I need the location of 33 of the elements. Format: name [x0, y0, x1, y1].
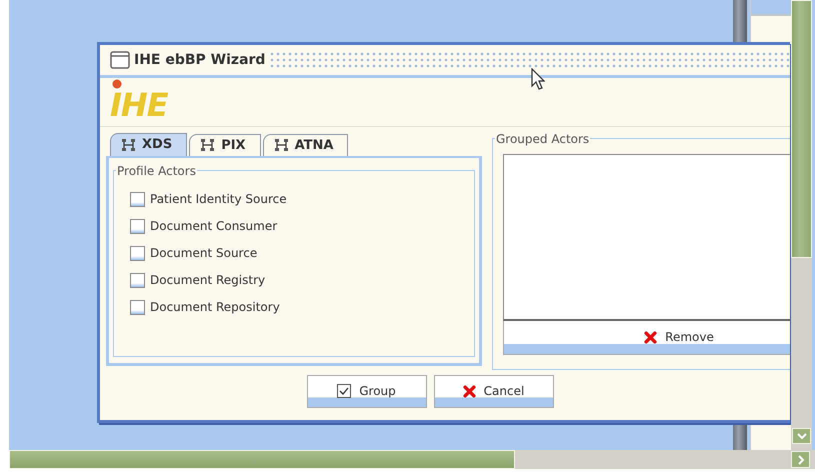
- group-title: Profile Actors: [116, 164, 197, 178]
- checkbox[interactable]: [130, 192, 145, 207]
- cursor-icon: [531, 68, 545, 90]
- window-title: IHE ebBP Wizard: [134, 52, 266, 68]
- checkbox[interactable]: [130, 218, 145, 234]
- tab[interactable]: XDS: [110, 132, 188, 156]
- grouped-actors-list[interactable]: [503, 154, 790, 321]
- horizontal-scrollbar[interactable]: [9, 450, 815, 469]
- checkbox-label: Document Repository: [150, 300, 280, 314]
- tab[interactable]: PIX: [189, 134, 261, 156]
- window-icon: [110, 50, 130, 69]
- group-title: Grouped Actors: [495, 132, 590, 146]
- checkbox-label: Patient Identity Source: [150, 192, 287, 206]
- checkbox[interactable]: [130, 300, 145, 315]
- check-icon: [337, 384, 352, 398]
- tab[interactable]: ATNA: [262, 134, 348, 156]
- vertical-scrollbar[interactable]: [791, 0, 812, 450]
- checkbox[interactable]: [130, 272, 145, 288]
- checkbox[interactable]: [130, 246, 145, 261]
- chevron-down-icon: [796, 432, 806, 440]
- close-icon: [644, 330, 658, 344]
- network-icon: [121, 138, 137, 152]
- checkbox-label: Document Source: [150, 246, 258, 260]
- chevron-right-icon: [796, 454, 804, 464]
- network-icon: [200, 138, 216, 152]
- network-icon: [274, 138, 290, 152]
- logo: IHE: [110, 80, 168, 125]
- checkbox-label: Document Consumer: [150, 219, 278, 234]
- close-icon: [462, 384, 476, 398]
- cancel-button[interactable]: Cancel: [434, 374, 554, 408]
- remove-button[interactable]: Remove: [503, 320, 790, 355]
- checkbox-label: Document Registry: [150, 273, 266, 288]
- group-button[interactable]: Group: [306, 374, 426, 408]
